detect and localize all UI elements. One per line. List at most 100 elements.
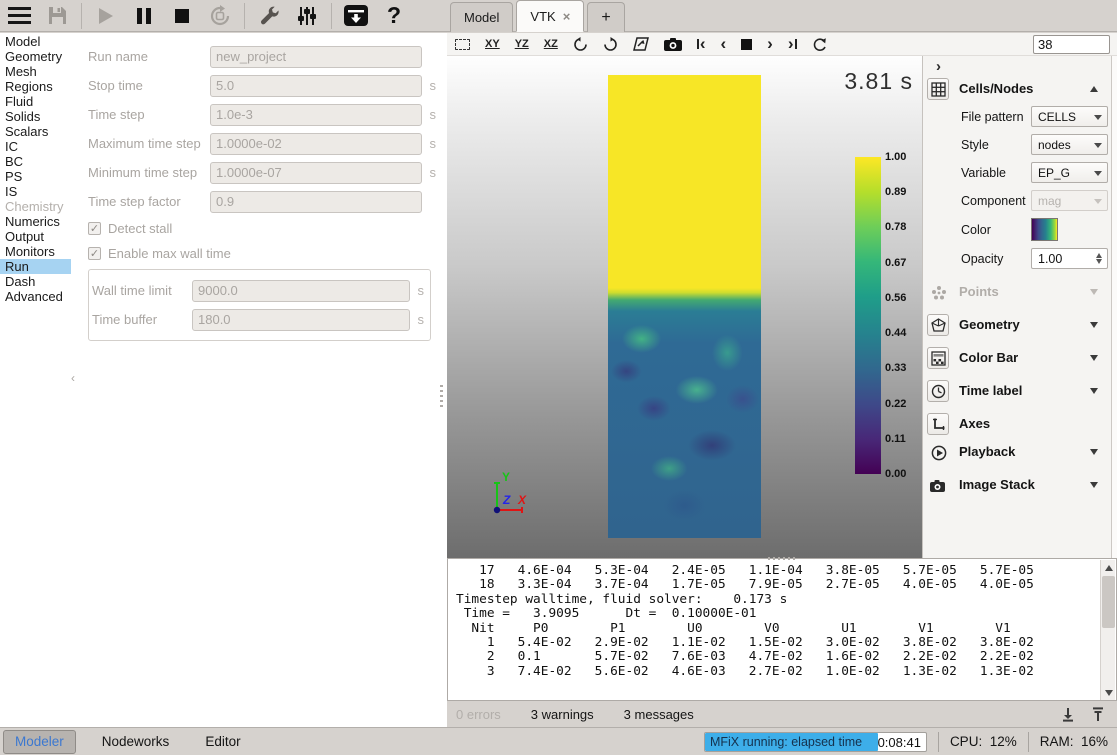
axes-toggle-button[interactable] [927,413,949,435]
opacity-spinner[interactable]: 1.00 [1031,248,1108,269]
scroll-down-button[interactable] [1102,686,1115,699]
scroll-up-button[interactable] [1102,561,1115,574]
color-bar-toggle-button[interactable] [927,347,949,369]
view-xy-button[interactable]: XY [485,34,500,54]
reload-frames-button[interactable] [812,34,827,54]
time-step-factor-field[interactable]: 0.9 [210,191,422,213]
rotate-right-button[interactable] [603,34,618,54]
max-time-step-field[interactable]: 1.0000e-02 [210,133,422,155]
first-frame-button[interactable]: ‹ [697,34,706,54]
settings-button[interactable] [253,2,285,30]
geometry-toggle-button[interactable] [927,314,949,336]
enable-max-wall-time-checkbox[interactable]: ✓ [88,247,101,260]
tab-modeler[interactable]: Modeler [3,730,76,754]
perspective-button[interactable] [633,34,649,54]
vtk-viewport[interactable]: 3.81 s 1.00 0.89 0.78 0.67 0.56 0.44 0.3… [447,56,922,558]
frame-number-input[interactable]: 38 [1033,35,1110,54]
warnings-count[interactable]: 3 warnings [531,707,594,722]
sidebar-item-numerics[interactable]: Numerics [0,214,71,229]
stop-playback-button[interactable] [741,34,752,54]
reset-view-button[interactable] [455,34,470,54]
axes-section[interactable]: Axes [923,412,1112,436]
expand-arrow-icon[interactable] [1090,449,1098,455]
sidebar-item-geometry[interactable]: Geometry [0,49,71,64]
save-button[interactable] [41,2,73,30]
time-buffer-field[interactable]: 180.0 [192,309,410,331]
expand-arrow-icon[interactable] [1090,388,1098,394]
menu-button[interactable] [3,2,35,30]
time-step-field[interactable]: 1.0e-3 [210,104,422,126]
collapse-arrow-icon[interactable] [1090,86,1098,92]
panel-scrollbar[interactable] [1111,56,1117,558]
sidebar-item-ps[interactable]: PS [0,169,71,184]
build-button[interactable] [340,2,372,30]
scrollbar-thumb[interactable] [1102,576,1115,628]
time-label-toggle-button[interactable] [927,380,949,402]
sidebar-collapse-handle[interactable]: ‹ [71,371,75,385]
sidebar-item-monitors[interactable]: Monitors [0,244,71,259]
geometry-section[interactable]: Geometry [923,313,1112,337]
console-splitter-grip[interactable] [768,557,798,560]
spin-up-icon[interactable] [1096,253,1102,258]
expand-arrow-icon[interactable] [1090,322,1098,328]
detect-stall-checkbox[interactable]: ✓ [88,222,101,235]
messages-count[interactable]: 3 messages [624,707,694,722]
spin-down-icon[interactable] [1096,259,1102,264]
sidebar-item-fluid[interactable]: Fluid [0,94,71,109]
sidebar-item-is[interactable]: IS [0,184,71,199]
stop-time-field[interactable]: 5.0 [210,75,422,97]
next-frame-button[interactable]: › [767,34,773,54]
reset-button[interactable] [204,2,236,30]
last-frame-button[interactable]: › [788,34,797,54]
colormap-swatch-button[interactable] [1031,218,1058,241]
sidebar-item-ic[interactable]: IC [0,139,71,154]
pause-button[interactable] [128,2,160,30]
tab-editor[interactable]: Editor [195,731,250,753]
screenshot-button[interactable] [664,34,682,54]
panel-expand-button[interactable]: › [936,58,941,75]
sidebar-item-model[interactable]: Model [0,34,71,49]
help-button[interactable]: ? [378,2,410,30]
sidebar-item-mesh[interactable]: Mesh [0,64,71,79]
scroll-to-bottom-button[interactable] [1061,707,1075,722]
sidebar-item-regions[interactable]: Regions [0,79,71,94]
view-xz-button[interactable]: XZ [544,34,558,54]
console-scrollbar[interactable] [1100,560,1115,700]
variable-select[interactable]: EP_G [1031,162,1108,183]
vertical-splitter[interactable] [437,33,447,727]
tab-vtk[interactable]: VTK × [516,0,584,32]
expand-arrow-icon[interactable] [1090,355,1098,361]
tab-model[interactable]: Model [450,2,513,32]
run-name-field[interactable]: new_project [210,46,422,68]
tab-nodeworks[interactable]: Nodeworks [92,731,180,753]
parameters-button[interactable] [291,2,323,30]
rotate-left-button[interactable] [573,34,588,54]
image-stack-section[interactable]: Image Stack [923,473,1112,497]
run-button[interactable] [90,2,122,30]
time-label-section[interactable]: Time label [923,379,1112,403]
expand-arrow-icon[interactable] [1090,482,1098,488]
sidebar-item-run[interactable]: Run [0,259,71,274]
sidebar-item-output[interactable]: Output [0,229,71,244]
sidebar-item-advanced[interactable]: Advanced [0,289,71,304]
cells-nodes-toggle-button[interactable] [927,78,949,100]
tab-new[interactable]: + [587,2,624,32]
min-time-step-field[interactable]: 1.0000e-07 [210,162,422,184]
scroll-to-top-button[interactable] [1091,707,1105,722]
file-pattern-select[interactable]: CELLS [1031,106,1108,127]
playback-icon [930,444,947,461]
color-bar-section[interactable]: Color Bar [923,346,1112,370]
previous-frame-button[interactable]: ‹ [720,34,726,54]
style-select[interactable]: nodes [1031,134,1108,155]
stop-button[interactable] [166,2,198,30]
sidebar-item-bc[interactable]: BC [0,154,71,169]
solver-console[interactable]: 17 4.6E-04 5.3E-04 2.4E-05 1.1E-04 3.8E-… [447,558,1117,701]
playback-section[interactable]: Playback [923,440,1112,464]
sidebar-item-dash[interactable]: Dash [0,274,71,289]
close-icon[interactable]: × [563,9,571,24]
sidebar-item-scalars[interactable]: Scalars [0,124,71,139]
cells-nodes-header[interactable]: Cells/Nodes [923,77,1112,101]
view-yz-button[interactable]: YZ [515,34,529,54]
wall-time-limit-field[interactable]: 9000.0 [192,280,410,302]
sidebar-item-solids[interactable]: Solids [0,109,71,124]
